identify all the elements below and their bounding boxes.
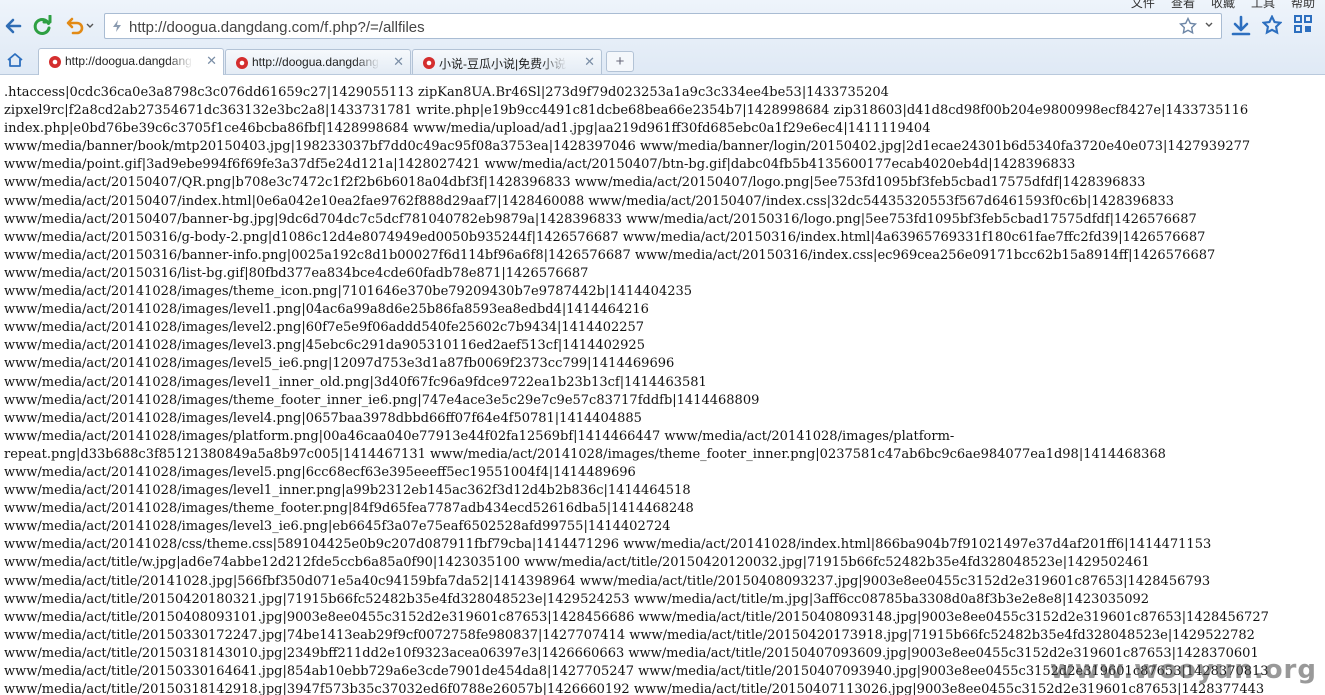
listing-line: www/media/act/20141028/images/theme_icon…	[4, 284, 693, 300]
menu-view[interactable]: 查看	[1171, 0, 1195, 10]
favorites-star-icon	[1261, 14, 1283, 35]
listing-line: www/media/act/20141028/images/level4.png…	[4, 410, 642, 426]
listing-line: www/media/point.gif|3ad9ebe994f6f69fe3a3…	[4, 157, 1076, 173]
tab-1[interactable]: http://doogua.dangdang.com/f.php?/=/allf…	[38, 48, 224, 75]
site-favicon-icon	[49, 56, 61, 68]
download-button[interactable]	[1230, 15, 1252, 42]
bookmark-star-icon[interactable]	[1179, 17, 1197, 35]
plus-icon: +	[615, 53, 625, 70]
tab-label: 小说-豆瓜小说|免费小说	[439, 57, 567, 71]
listing-line: www/media/act/title/20150408093101.jpg|9…	[4, 609, 1269, 625]
home-icon	[7, 53, 23, 67]
address-bar	[104, 13, 1222, 39]
listing-line: www/media/act/20141028/images/theme_foot…	[4, 392, 760, 408]
listing-line: www/media/act/20141028/images/level5.png…	[4, 464, 636, 480]
page-content: .htaccess|0cdc36ca0e3a8798c3c076dd61659c…	[0, 74, 1325, 695]
back-button[interactable]	[2, 12, 24, 40]
apps-button[interactable]	[1294, 15, 1312, 38]
listing-line: index.php|e0bd76be39c6c3705f1ce46bcba86f…	[4, 121, 931, 137]
listing-line: www/media/act/20141028/images/level2.png…	[4, 320, 645, 336]
listing-line: www/media/act/20150407/index.html|0e6a04…	[4, 193, 1175, 209]
address-dropdown-icon[interactable]	[1205, 22, 1213, 28]
refresh-button[interactable]	[30, 12, 54, 40]
listing-line: .htaccess|0cdc36ca0e3a8798c3c076dd61659c…	[4, 85, 889, 100]
tab-bar: http://doogua.dangdang.com/f.php?/=/allf…	[0, 46, 1325, 75]
listing-line: www/media/act/20141028/images/level5_ie6…	[4, 356, 675, 372]
listing-line: www/media/act/title/20150420180321.jpg|7…	[4, 591, 1150, 607]
close-tab-icon[interactable]: ✕	[393, 54, 404, 70]
listing-line: www/media/act/20150316/list-bg.gif|80fbd…	[4, 265, 589, 281]
listing-line: www/media/act/20141028/images/level1_inn…	[4, 374, 707, 390]
listing-line: www/media/act/20141028/images/level3.png…	[4, 338, 645, 354]
back-arrow-icon	[5, 18, 22, 34]
listing-line: www/media/act/20141028/css/theme.css|589…	[4, 537, 1212, 553]
listing-line: www/media/act/20141028/images/level3_ie6…	[4, 519, 671, 535]
download-icon	[1231, 15, 1251, 36]
listing-line: www/media/act/20150407/banner-bg.jpg|9dc…	[4, 211, 1197, 227]
menu-file[interactable]: 文件	[1131, 0, 1155, 10]
new-tab-button[interactable]: +	[606, 51, 634, 72]
listing-line: www/media/act/20141028/images/level1.png…	[4, 302, 649, 318]
close-tab-icon[interactable]: ✕	[584, 54, 595, 70]
tab-label: http://doogua.dangdang.com/f.php?/=/allf…	[252, 55, 380, 69]
site-favicon-icon	[236, 57, 248, 69]
chevron-down-icon	[86, 23, 94, 28]
menu-tools[interactable]: 工具	[1251, 0, 1275, 10]
undo-icon	[66, 17, 84, 35]
listing-line: www/media/act/title/w.jpg|ad6e74abbe12d2…	[4, 555, 1150, 571]
file-listing: .htaccess|0cdc36ca0e3a8798c3c076dd61659c…	[0, 74, 1325, 695]
tab-3[interactable]: 小说-豆瓜小说|免费小说 ✕	[412, 49, 602, 74]
listing-line: repeat.png|d33b688c3f85121380849a5a8b97c…	[4, 446, 1166, 462]
listing-line: www/media/act/20141028/images/level1_inn…	[4, 483, 691, 499]
undo-close-tab-button[interactable]	[62, 12, 96, 40]
listing-line: www/media/act/title/20150330172247.jpg|7…	[4, 627, 1255, 643]
tab-2[interactable]: http://doogua.dangdang.com/f.php?/=/allf…	[225, 49, 411, 74]
favorites-button[interactable]	[1261, 14, 1283, 40]
listing-line: www/media/act/20141028/images/platform.p…	[4, 428, 955, 444]
site-favicon-icon	[423, 57, 435, 69]
browser-chrome: 文件 查看 收藏 工具 帮助 http://doogua.dangdang.co…	[0, 0, 1325, 75]
listing-line: www/media/act/20150316/g-body-2.png|d108…	[4, 229, 1206, 245]
listing-line: www/media/act/20141028/images/theme_foot…	[4, 501, 694, 517]
tab-label: http://doogua.dangdang.com/f.php?/=/allf…	[65, 54, 193, 68]
close-tab-icon[interactable]: ✕	[206, 53, 217, 69]
listing-line: www/media/banner/book/mtp20150403.jpg|19…	[4, 139, 1251, 155]
watermark: www.wooyun.org	[1049, 655, 1317, 685]
menu-help[interactable]: 帮助	[1291, 0, 1315, 10]
apps-grid-icon	[1294, 15, 1312, 33]
listing-line: www/media/act/20150316/banner-info.png|0…	[4, 247, 1216, 263]
page-icon	[113, 20, 121, 32]
listing-line: zipxel9rc|f2a8cd2ab27354671dc363132e3bc2…	[4, 103, 1249, 119]
listing-line: www/media/act/20150407/QR.png|b708e3c747…	[4, 175, 1146, 191]
url-input[interactable]	[127, 16, 1171, 38]
menu-bar: 文件 查看 收藏 工具 帮助	[1131, 0, 1315, 10]
menu-favorites[interactable]: 收藏	[1211, 0, 1235, 10]
home-button[interactable]	[6, 52, 24, 73]
refresh-icon	[33, 15, 52, 35]
listing-line: www/media/act/title/20141028.jpg|566fbf3…	[4, 573, 1211, 589]
